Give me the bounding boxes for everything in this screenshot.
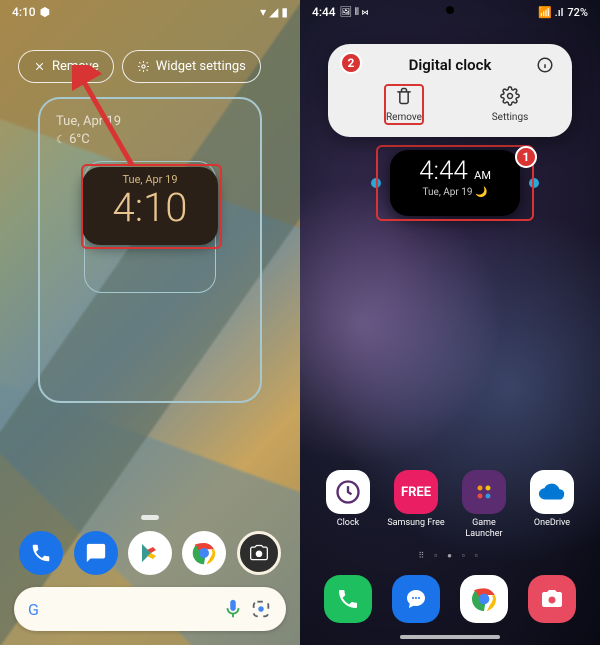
messages-app[interactable]	[74, 531, 118, 575]
widget-drop-zone[interactable]: Tue, Apr 19 ☾ 6°C	[38, 97, 262, 403]
info-icon[interactable]	[536, 56, 554, 74]
status-time: 4:10	[12, 5, 36, 19]
widget-settings-button[interactable]: Settings	[464, 82, 556, 127]
camera-icon	[540, 587, 564, 611]
play-icon	[138, 541, 162, 565]
chrome-icon	[468, 583, 500, 615]
status-icons-right: ▾ ◢ ▮	[260, 5, 288, 19]
messages-icon	[404, 587, 428, 611]
chrome-icon	[189, 538, 219, 568]
digital-clock-widget[interactable]: Tue, Apr 19 4:10	[82, 167, 218, 245]
widget-time: 4:10	[82, 186, 218, 230]
google-logo-icon: G	[28, 600, 39, 619]
game-launcher-app[interactable]: Game Launcher	[455, 470, 513, 540]
camera-app[interactable]	[528, 575, 576, 623]
app-label: Game Launcher	[455, 518, 513, 540]
app-label: Samsung Free	[387, 518, 445, 529]
dock	[300, 575, 600, 623]
onedrive-app[interactable]: OneDrive	[523, 470, 581, 540]
pixel-home-screen: 4:10 ⬢ ▾ ◢ ▮ Remove Widget settings Tue,…	[0, 0, 300, 645]
gear-icon	[137, 60, 150, 73]
settings-label: Widget settings	[156, 59, 246, 74]
clock-icon	[334, 478, 362, 506]
annotation-badge-1: 1	[515, 146, 537, 168]
page-indicator	[141, 515, 159, 520]
widget-edit-toolbar: Remove Widget settings	[18, 50, 282, 83]
remove-button[interactable]: Remove	[18, 50, 114, 83]
remove-label: Remove	[386, 112, 422, 123]
dock	[0, 531, 300, 575]
messages-icon	[85, 542, 107, 564]
lens-icon[interactable]	[250, 598, 272, 620]
play-store-app[interactable]	[128, 531, 172, 575]
status-notification-icons: 🖼 ⫴ ⋈	[340, 7, 369, 18]
phone-app[interactable]	[19, 531, 63, 575]
phone-icon	[30, 542, 52, 564]
remove-label: Remove	[52, 59, 99, 74]
status-bar: 4:10 ⬢ ▾ ◢ ▮	[0, 0, 300, 24]
clock-app[interactable]: Clock	[319, 470, 377, 540]
moon-icon: ☾	[56, 133, 66, 146]
status-signal-icons: 📶 .ıl	[538, 6, 563, 19]
widget-context-menu: Digital clock Remove Settings	[328, 44, 572, 137]
remove-widget-button[interactable]: Remove	[344, 82, 464, 127]
chrome-app[interactable]	[460, 575, 508, 623]
messages-app[interactable]	[392, 575, 440, 623]
trash-icon	[394, 86, 414, 106]
samsung-home-screen: 4:44 🖼 ⫴ ⋈ 📶 .ıl 72% Digital clock Remov…	[300, 0, 600, 645]
gesture-nav-bar[interactable]	[400, 635, 500, 639]
chrome-app[interactable]	[182, 531, 226, 575]
camera-icon	[249, 543, 269, 563]
mic-icon[interactable]	[222, 598, 244, 620]
status-battery: 72%	[567, 6, 588, 19]
samsung-free-app[interactable]: FREE Samsung Free	[387, 470, 445, 540]
free-icon: FREE	[394, 470, 438, 514]
weather-temp: 6°C	[69, 132, 90, 147]
settings-label: Settings	[464, 112, 556, 123]
status-time: 4:44	[312, 5, 336, 19]
google-search-bar[interactable]: G	[14, 587, 286, 631]
context-title: Digital clock	[409, 56, 492, 74]
cloud-icon	[537, 482, 567, 502]
widget-settings-button[interactable]: Widget settings	[122, 50, 261, 83]
app-row: Clock FREE Samsung Free Game Launcher On…	[300, 470, 600, 540]
game-icon	[472, 480, 496, 504]
annotation-badge-2: 2	[340, 52, 362, 74]
close-icon	[33, 60, 46, 73]
app-label: Clock	[319, 518, 377, 529]
weather-date: Tue, Apr 19	[56, 113, 121, 131]
phone-app[interactable]	[324, 575, 372, 623]
digital-clock-widget[interactable]: 4:44 AM Tue, Apr 19 🌙	[376, 145, 534, 221]
punch-hole-camera	[446, 6, 454, 14]
app-label: OneDrive	[523, 518, 581, 529]
gear-icon	[500, 86, 520, 106]
at-a-glance: Tue, Apr 19 ☾ 6°C	[56, 113, 121, 149]
annotation-highlight-box	[376, 145, 534, 221]
camera-app[interactable]	[237, 531, 281, 575]
phone-icon	[336, 587, 360, 611]
page-indicator[interactable]: ⠿ ▫ ● ▫ ▫	[300, 551, 600, 560]
status-icon-left: ⬢	[40, 5, 50, 19]
